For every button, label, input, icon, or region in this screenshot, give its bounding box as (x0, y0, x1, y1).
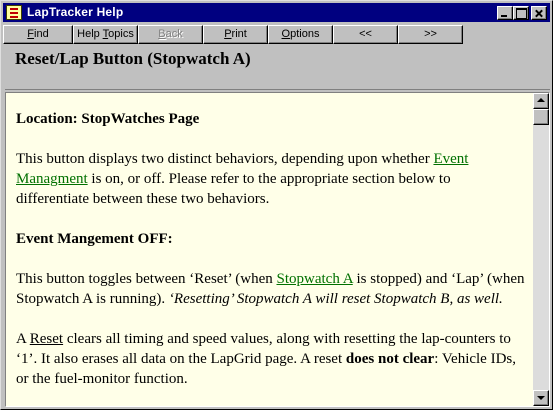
intro-paragraph: This button displays two distinct behavi… (16, 149, 527, 209)
reset-paragraph: A Reset clears all timing and speed valu… (16, 329, 527, 389)
help-book-icon[interactable] (6, 5, 22, 20)
find-label-post: ind (34, 28, 49, 40)
browse-previous-label: << (359, 28, 372, 40)
topic-content: Location: StopWatches Page This button d… (6, 93, 533, 406)
minimize-button[interactable] (497, 6, 513, 20)
reset-text-start: A (16, 331, 30, 347)
back-button[interactable]: Back (138, 25, 203, 44)
print-button[interactable]: Print (203, 25, 268, 44)
options-button[interactable]: Options (268, 25, 333, 44)
window-title: LapTracker Help (27, 5, 124, 19)
browse-next-label: >> (424, 28, 437, 40)
event-management-off-heading: Event Mangement OFF: (16, 231, 173, 247)
title-bar[interactable]: LapTracker Help (3, 3, 550, 22)
options-label-accel: O (281, 28, 291, 40)
scroll-down-arrow-icon[interactable] (533, 390, 549, 406)
back-label-accel: B (158, 28, 166, 40)
print-label-accel: P (224, 28, 232, 40)
toggle-text-start: This button toggles between ‘Reset’ (whe… (16, 271, 277, 287)
find-label-accel: F (27, 28, 35, 40)
topic-header: Reset/Lap Button (Stopwatch A) (5, 46, 550, 90)
does-not-clear-bold: does not clear (345, 351, 435, 367)
print-label-post: rint (231, 28, 247, 40)
browse-previous-button[interactable]: << (333, 25, 398, 44)
help-toolbar: Find Help Topics Back Print Options << >… (3, 24, 550, 45)
vertical-scrollbar[interactable] (533, 93, 549, 406)
options-label-post: ptions (290, 28, 320, 40)
help-topics-button[interactable]: Help Topics (73, 25, 138, 44)
help-topics-label-post: opics (108, 28, 134, 40)
find-button[interactable]: Find (3, 25, 73, 44)
reset-term: Reset (29, 331, 64, 347)
topic-title: Reset/Lap Button (Stopwatch A) (15, 49, 251, 68)
scroll-thumb[interactable] (533, 109, 549, 125)
close-button[interactable] (531, 6, 547, 20)
help-topics-label-pre: Help (77, 28, 103, 40)
intro-text-start: This button displays two distinct behavi… (16, 151, 434, 167)
maximize-button[interactable] (513, 6, 529, 20)
toggle-paragraph: This button toggles between ‘Reset’ (whe… (16, 269, 527, 309)
reset-note-italic: ‘Resetting’ Stopwatch A will reset Stopw… (168, 291, 503, 307)
browse-next-button[interactable]: >> (398, 25, 463, 44)
topic-content-frame: Location: StopWatches Page This button d… (5, 92, 550, 407)
back-label-post: ack (165, 28, 183, 40)
location-heading: Location: StopWatches Page (16, 111, 200, 127)
help-window: LapTracker Help Find Help Topics Back Pr… (0, 0, 553, 410)
stopwatch-a-link[interactable]: Stopwatch A (277, 271, 353, 287)
scroll-up-arrow-icon[interactable] (533, 93, 549, 109)
